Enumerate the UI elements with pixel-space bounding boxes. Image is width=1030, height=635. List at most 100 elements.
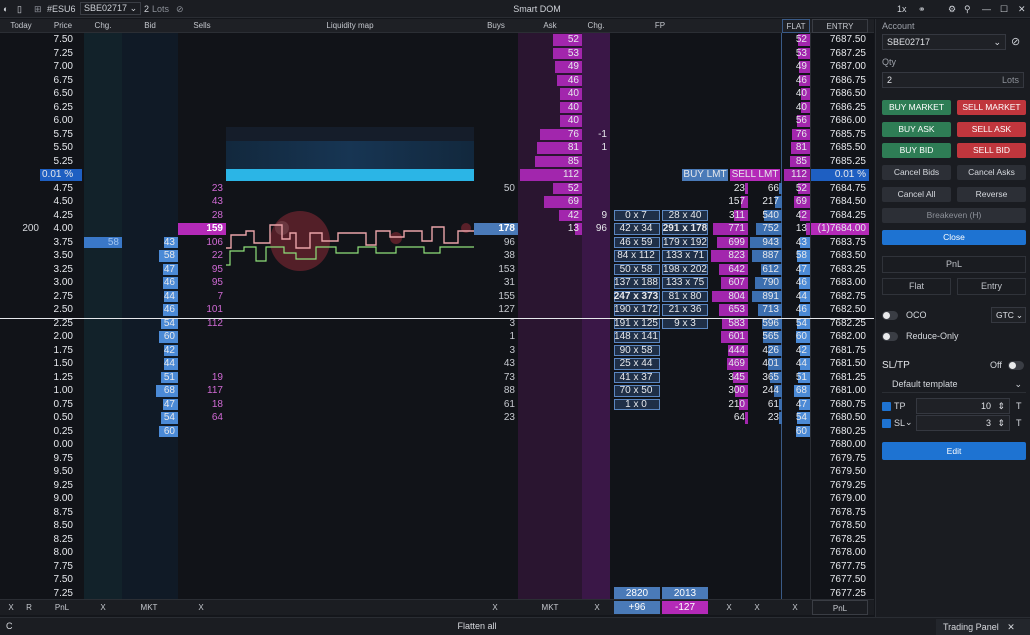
- cell-entry[interactable]: 7679.25: [811, 479, 869, 493]
- cell-entry[interactable]: 7678.00: [811, 546, 869, 560]
- cell-price[interactable]: 3.50: [42, 249, 76, 263]
- dom-row[interactable]: 5.25 85 85 7685.25: [0, 155, 874, 169]
- symbol-selector[interactable]: #ESU6: [47, 2, 76, 16]
- cell-entry[interactable]: 7684.25: [811, 209, 869, 223]
- cancel-today-button[interactable]: X: [4, 600, 18, 615]
- window-icon[interactable]: ▯: [17, 2, 22, 16]
- cell-entry[interactable]: 7684.75: [811, 182, 869, 196]
- edit-button[interactable]: Edit: [882, 442, 1026, 460]
- cell-price[interactable]: 1.50: [42, 357, 76, 371]
- maximize-icon[interactable]: ☐: [1000, 2, 1008, 16]
- dom-row[interactable]: 8.25 7678.25: [0, 533, 874, 547]
- cancel-bids-button[interactable]: Cancel Bids: [882, 165, 951, 180]
- cell-ask[interactable]: 46: [518, 74, 582, 88]
- cell-ask[interactable]: 69: [518, 195, 582, 209]
- tp-checkbox[interactable]: [882, 402, 891, 411]
- dom-row[interactable]: 6.25 40 40 7686.25: [0, 101, 874, 115]
- dom-row[interactable]: 0.00 7680.00: [0, 438, 874, 452]
- dom-row[interactable]: 5.75 76 -1 76 7685.75: [0, 128, 874, 142]
- cell-price[interactable]: 9.25: [42, 479, 76, 493]
- dom-row[interactable]: 5.50 81 1 81 7685.50: [0, 141, 874, 155]
- header-ask[interactable]: Ask: [518, 19, 582, 33]
- cell-price[interactable]: 4.00: [42, 222, 76, 236]
- cell-ask[interactable]: 40: [518, 87, 582, 101]
- dom-row[interactable]: 7.50 52 52 7687.50: [0, 33, 874, 47]
- header-liquidity-map[interactable]: Liquidity map: [226, 19, 474, 33]
- chevron-down-icon[interactable]: ⌄: [905, 417, 913, 428]
- cell-entry[interactable]: 7683.25: [811, 263, 869, 277]
- cell-entry[interactable]: 7684.50: [811, 195, 869, 209]
- cell-entry[interactable]: 7677.25: [811, 587, 869, 600]
- cell-bid[interactable]: 68: [122, 384, 178, 398]
- cancel-sells-button[interactable]: X: [194, 600, 208, 615]
- cell-price[interactable]: 3.25: [42, 263, 76, 277]
- cell-entry[interactable]: 7681.50: [811, 357, 869, 371]
- cell-price[interactable]: 4.25: [42, 209, 76, 223]
- cell-entry[interactable]: 7682.50: [811, 303, 869, 317]
- cell-bid[interactable]: 60: [122, 330, 178, 344]
- minimize-icon[interactable]: —: [982, 2, 991, 16]
- dom-row[interactable]: 2.50 46 101 127 190 x 172 21 x 36 653 713 46 7682…: [0, 303, 874, 317]
- grid-icon[interactable]: ⊞: [34, 2, 42, 16]
- reverse-button[interactable]: Reverse: [957, 187, 1026, 202]
- cell-entry[interactable]: 7685.75: [811, 128, 869, 142]
- cell-entry[interactable]: 7680.75: [811, 398, 869, 412]
- sltp-toggle[interactable]: [1008, 361, 1024, 370]
- cell-price[interactable]: 8.00: [42, 546, 76, 560]
- cell-entry[interactable]: 7681.00: [811, 384, 869, 398]
- cell-ask[interactable]: 85: [518, 155, 582, 169]
- cell-bid[interactable]: 58: [122, 249, 178, 263]
- cell-price[interactable]: 0.25: [42, 425, 76, 439]
- pnl-toggle[interactable]: PnL: [48, 600, 76, 615]
- cell-entry[interactable]: 7683.50: [811, 249, 869, 263]
- cell-ask[interactable]: 53: [518, 47, 582, 61]
- buy-bid-button[interactable]: BUY BID: [882, 143, 951, 158]
- dom-row[interactable]: 7.25 53 53 7687.25: [0, 47, 874, 61]
- header-fp[interactable]: FP: [610, 19, 710, 33]
- cell-price[interactable]: 7.25: [42, 587, 76, 600]
- dom-row[interactable]: 1.75 42 3 90 x 58 444 426 42 7681.75: [0, 344, 874, 358]
- cancel-flat-button[interactable]: X: [788, 600, 802, 615]
- cell-entry[interactable]: 7687.25: [811, 47, 869, 61]
- cell-price[interactable]: 7.25: [42, 47, 76, 61]
- header-chg[interactable]: Chg.: [84, 19, 122, 33]
- header-price[interactable]: Price: [42, 19, 84, 33]
- cancel-asks-button[interactable]: Cancel Asks: [957, 165, 1026, 180]
- dom-row[interactable]: 2.00 60 1 148 x 141 601 565 60 7682.00: [0, 330, 874, 344]
- dom-ladder[interactable]: 7.50 52 52 7687.50 7.25 53 53 7687.25 7.00 49 49 76…: [0, 33, 874, 599]
- cell-price[interactable]: 4.50: [42, 195, 76, 209]
- cancel-v2-button[interactable]: X: [750, 600, 764, 615]
- close-position-button[interactable]: Close: [882, 230, 1026, 245]
- cell-price[interactable]: 9.50: [42, 465, 76, 479]
- dom-row[interactable]: 9.00 7679.00: [0, 492, 874, 506]
- cell-entry[interactable]: 7677.75: [811, 560, 869, 574]
- cell-entry[interactable]: 7677.50: [811, 573, 869, 587]
- cell-bid[interactable]: 44: [122, 357, 178, 371]
- dom-row[interactable]: 8.75 7678.75: [0, 506, 874, 520]
- header-flat[interactable]: FLAT: [782, 19, 810, 33]
- visibility-off-icon[interactable]: ⊘: [1011, 35, 1020, 48]
- tp-unit[interactable]: T: [1016, 401, 1022, 411]
- tp-input[interactable]: 10 ⇕: [916, 398, 1010, 414]
- cell-entry[interactable]: 7683.75: [811, 236, 869, 250]
- sell-bid-button[interactable]: SELL BID: [957, 143, 1026, 158]
- dom-row[interactable]: 1.50 44 43 25 x 44 469 401 44 7681.50: [0, 357, 874, 371]
- cell-ask[interactable]: 40: [518, 114, 582, 128]
- dom-row[interactable]: 9.75 7679.75: [0, 452, 874, 466]
- dom-row[interactable]: 6.75 46 46 7686.75: [0, 74, 874, 88]
- header-bid[interactable]: Bid: [122, 19, 178, 33]
- cell-price[interactable]: 0.00: [42, 438, 76, 452]
- cell-ask[interactable]: 52: [518, 33, 582, 47]
- qty-input[interactable]: 2 Lots: [882, 72, 1024, 88]
- cell-price[interactable]: 0.50: [42, 411, 76, 425]
- header-buys[interactable]: Buys: [474, 19, 518, 33]
- cell-entry[interactable]: 7681.25: [811, 371, 869, 385]
- cell-entry[interactable]: 7682.00: [811, 330, 869, 344]
- cell-entry[interactable]: 7680.50: [811, 411, 869, 425]
- cell-price[interactable]: 8.50: [42, 519, 76, 533]
- account-selector[interactable]: SBE02717 ⌄: [80, 2, 142, 15]
- cancel-all-button[interactable]: Cancel All: [882, 187, 951, 202]
- sell-ask-button[interactable]: SELL ASK: [957, 122, 1026, 137]
- cell-entry[interactable]: (1)7684.00: [811, 222, 869, 236]
- sell-market-button[interactable]: SELL MARKET: [957, 100, 1026, 115]
